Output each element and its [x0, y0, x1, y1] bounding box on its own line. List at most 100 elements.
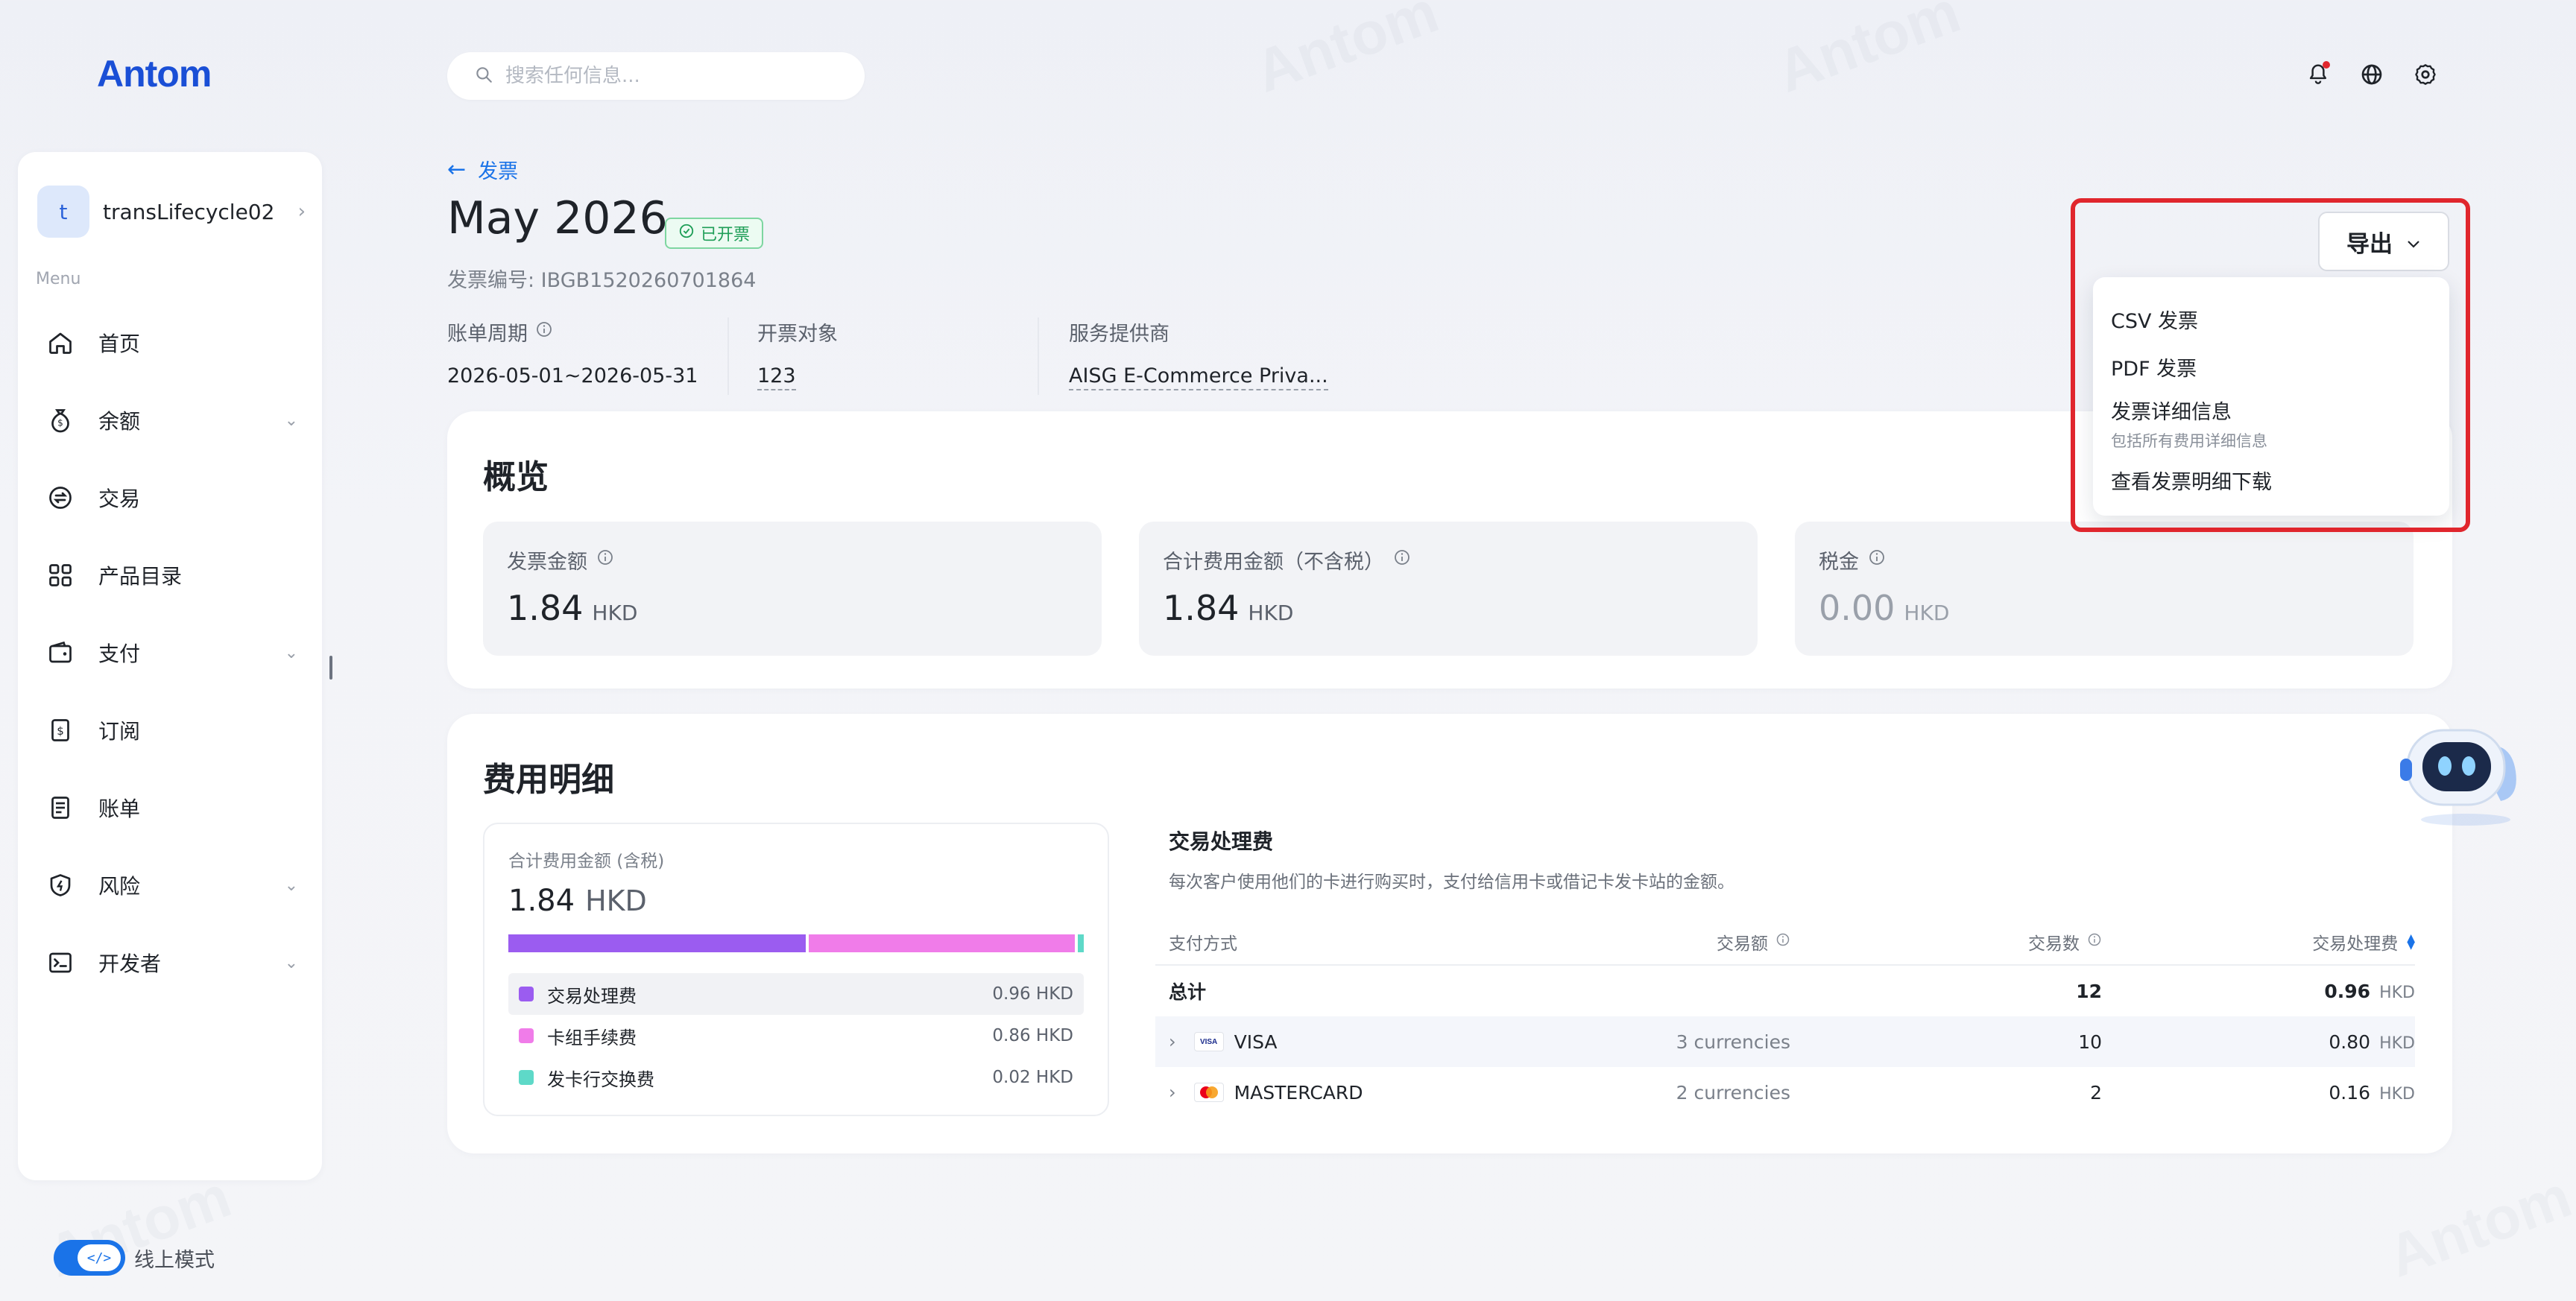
mastercard-logo-icon — [1193, 1083, 1224, 1102]
total-label: 总计 — [1169, 981, 1207, 1003]
assistant-robot-icon[interactable] — [2378, 715, 2527, 827]
back-link[interactable]: ← 发票 — [447, 155, 518, 184]
sort-icon[interactable]: ▲ ▼ — [2407, 933, 2415, 951]
info-icon[interactable] — [596, 548, 614, 572]
kpi-currency: HKD — [592, 601, 638, 625]
check-circle-icon — [678, 223, 695, 244]
legend-item[interactable]: 发卡行交换费 0.02 HKD — [508, 1057, 1084, 1098]
legend-label: 交易处理费 — [547, 985, 637, 1007]
table-row[interactable]: › MASTERCARD 2 currencies 2 0.16 HKD — [1155, 1067, 2415, 1118]
fee-stacked-bar — [508, 934, 1084, 952]
sidebar-item-label: 开发者 — [98, 952, 162, 976]
column-header[interactable]: 交易处理费 ▲ ▼ — [2312, 929, 2415, 955]
chevron-right-icon[interactable]: › — [1169, 1031, 1176, 1052]
sidebar-item-payments[interactable]: 支付 ⌄ — [45, 614, 306, 691]
chevron-right-icon: › — [297, 200, 306, 223]
legend-value: 0.02 HKD — [992, 1068, 1073, 1087]
mode-label: 线上模式 — [134, 1248, 215, 1272]
info-icon[interactable] — [1775, 932, 1790, 952]
page-title: May 2026 — [447, 192, 668, 244]
arrow-left-icon: ← — [447, 156, 467, 183]
sidebar-resize-handle[interactable] — [329, 656, 332, 680]
legend-value: 0.96 HKD — [992, 984, 1073, 1004]
legend-item[interactable]: 交易处理费 0.96 HKD — [508, 973, 1084, 1015]
info-icon[interactable] — [1393, 548, 1411, 572]
grid-icon — [45, 560, 76, 591]
account-name: transLifecycle02 — [103, 199, 275, 224]
table-row[interactable]: › VISA VISA 3 currencies 10 0.80 HKD — [1155, 1016, 2415, 1067]
search-bar[interactable] — [447, 52, 865, 100]
column-header-label: 交易额 — [1717, 934, 1768, 954]
highlight-box — [2071, 198, 2470, 532]
watermark: Antom — [2379, 1162, 2576, 1290]
antom-logo[interactable]: Antom — [97, 52, 212, 95]
info-icon[interactable] — [1868, 548, 1886, 572]
bill-icon — [45, 792, 76, 823]
watermark: Antom — [1246, 0, 1447, 105]
home-icon — [45, 327, 76, 358]
tx-fee-currency: HKD — [2379, 1084, 2415, 1104]
mode-toggle[interactable]: </> — [54, 1240, 125, 1276]
sidebar-item-catalog[interactable]: 产品目录 — [45, 536, 306, 614]
wallet-icon — [45, 637, 76, 668]
sidebar-item-balance[interactable]: $ 余额 ⌄ — [45, 382, 306, 459]
kpi-tax: 税金 0.00 HKD — [1795, 522, 2414, 656]
legend-swatch — [519, 987, 534, 1001]
sidebar-item-risk[interactable]: 风险 ⌄ — [45, 846, 306, 924]
search-input[interactable] — [505, 65, 833, 87]
overview-title: 概览 — [483, 458, 549, 496]
svg-text:$: $ — [57, 724, 64, 738]
exchange-icon — [45, 482, 76, 513]
legend-label: 卡组手续费 — [547, 1027, 637, 1048]
notification-bell-icon[interactable] — [2302, 58, 2334, 91]
avatar: t — [37, 186, 89, 238]
meta-divider — [727, 317, 729, 395]
status-text: 已开票 — [701, 226, 751, 244]
table-total-row: 总计 12 0.96 HKD — [1155, 966, 2415, 1016]
live-mode-switch[interactable]: </> 线上模式 — [54, 1240, 215, 1276]
chevron-right-icon[interactable]: › — [1169, 1082, 1176, 1103]
fee-bar-segment — [808, 934, 1075, 952]
legend-item[interactable]: 卡组手续费 0.86 HKD — [508, 1015, 1084, 1057]
sidebar-item-transactions[interactable]: 交易 — [45, 459, 306, 536]
subscription-icon: $ — [45, 715, 76, 746]
tx-count: 2 — [2090, 1081, 2102, 1104]
kpi-value: 0.00 — [1819, 588, 1895, 628]
sidebar-item-developers[interactable]: 开发者 ⌄ — [45, 924, 306, 1001]
column-header: 交易额 — [1717, 929, 1790, 955]
kpi-label: 合计费用金额（不含税） — [1163, 551, 1384, 574]
sidebar-item-subscriptions[interactable]: $ 订阅 — [45, 691, 306, 769]
service-provider-value[interactable]: AISG E-Commerce Priva... — [1069, 364, 1328, 390]
meta-label: 服务提供商 — [1069, 323, 1169, 346]
payment-method: MASTERCARD — [1234, 1081, 1363, 1104]
sidebar-item-bills[interactable]: 账单 — [45, 769, 306, 846]
legend-label: 发卡行交换费 — [547, 1069, 654, 1090]
menu-label: Menu — [36, 270, 81, 288]
fee-bar-segment — [508, 934, 806, 952]
globe-icon[interactable] — [2355, 58, 2388, 91]
sidebar: t transLifecycle02 › Menu 首页 $ 余额 ⌄ 交易 产… — [18, 152, 322, 1180]
tx-fee: 0.16 — [2329, 1081, 2371, 1104]
tx-amount: 2 currencies — [1676, 1081, 1790, 1104]
total-fee-currency: HKD — [2379, 983, 2415, 1002]
search-icon — [474, 65, 493, 87]
kpi-invoice-amount: 发票金额 1.84 HKD — [483, 522, 1102, 656]
sidebar-item-home[interactable]: 首页 — [45, 304, 306, 382]
sidebar-item-label: 支付 — [98, 642, 141, 666]
info-icon[interactable] — [2087, 932, 2102, 952]
kpi-currency: HKD — [1904, 601, 1950, 625]
invoice-number: 发票编号: IBGB1520260701864 — [447, 269, 757, 292]
code-icon: </> — [78, 1244, 121, 1271]
account-switcher[interactable]: t transLifecycle02 › — [37, 182, 306, 241]
meta-label: 账单周期 — [447, 323, 528, 346]
table-header: 支付方式 交易额 交易数 交易处理费 ▲ ▼ — [1155, 919, 2415, 966]
chevron-down-icon: ⌄ — [284, 876, 298, 895]
info-icon[interactable] — [535, 320, 553, 344]
bill-to: 开票对象 123 — [757, 317, 838, 390]
tx-fee-description: 每次客户使用他们的卡进行购买时，支付给信用卡或借记卡发卡站的金额。 — [1169, 873, 1734, 892]
column-header-label: 交易处理费 — [2312, 934, 2399, 954]
gear-icon[interactable] — [2409, 58, 2442, 91]
sidebar-nav: 首页 $ 余额 ⌄ 交易 产品目录 支付 ⌄ $ 订阅 账单 风险 ⌄ 开发者 … — [45, 304, 306, 1001]
bill-to-value[interactable]: 123 — [757, 364, 796, 390]
sidebar-item-label: 风险 — [98, 874, 141, 899]
